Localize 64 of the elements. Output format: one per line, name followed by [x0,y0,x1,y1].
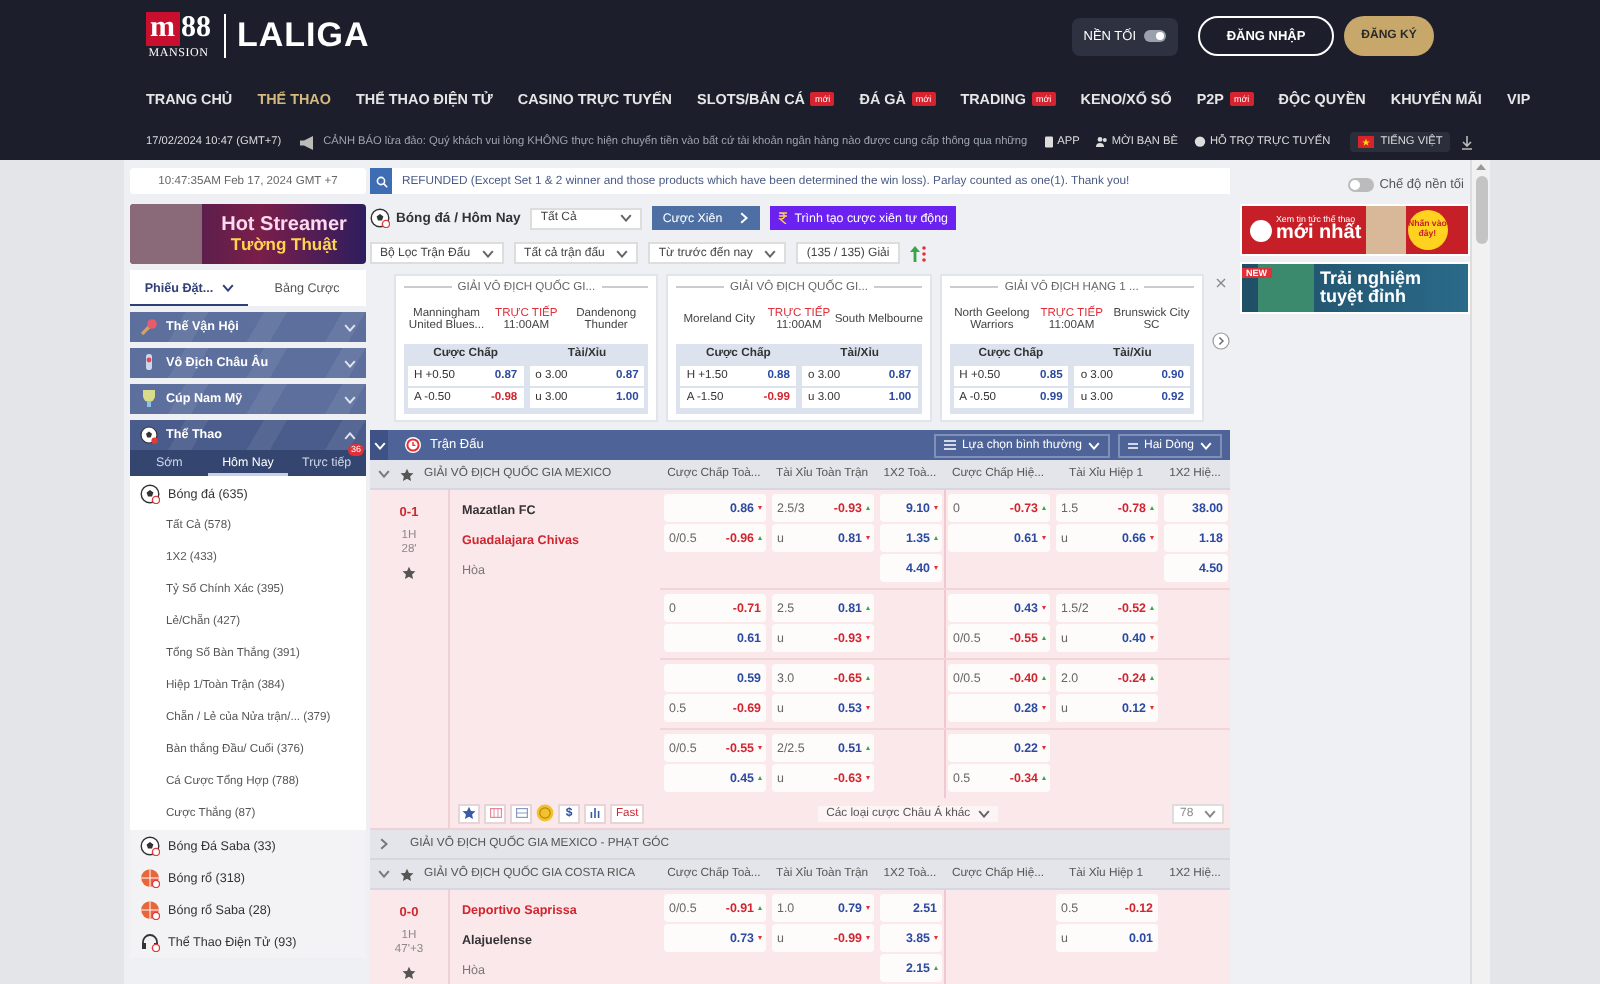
chat-icon [1193,136,1206,148]
chevron-down-icon [616,249,629,257]
chevron-down-icon [221,284,234,292]
toggle-switch[interactable] [1347,178,1374,192]
chevron-down-icon [764,249,777,257]
currency-icon [778,212,789,224]
chevron-down-icon [1087,441,1100,449]
chevron-down-icon [1200,441,1212,449]
soccer-ball-icon [140,484,160,504]
grid-icon [489,808,501,818]
bar-chart-icon [590,808,600,818]
chevron-down-icon[interactable] [378,470,390,478]
collapse-button[interactable] [370,430,388,460]
cup-icon [140,390,158,408]
photo-placeholder [130,204,202,264]
star-icon[interactable] [400,467,414,481]
soccer-ball-icon [140,836,160,856]
chevron-down-icon [373,441,385,449]
chevron-right-icon [740,212,749,224]
trophy-icon [140,354,158,372]
banner-headline: mới nhất [1276,224,1362,245]
star-icon[interactable] [402,965,416,980]
chevron-up-icon[interactable] [344,431,356,439]
soccer-ball-icon [370,208,390,228]
torch-icon [140,318,158,336]
coin-icon[interactable] [536,804,554,822]
close-icon[interactable] [1215,278,1226,288]
banner-title: Hot Streamer [221,215,347,236]
logo-mark: m [146,12,179,46]
logo-number: 88 [181,12,211,46]
chevron-down-icon [1203,809,1216,817]
basketball-icon [140,868,160,888]
table-icon [515,808,527,818]
basketball-icon [140,900,160,920]
scrollbar-thumb[interactable] [1475,176,1487,244]
chevron-down-icon[interactable] [378,870,390,878]
star-icon[interactable] [402,565,416,580]
search-button[interactable] [370,168,392,194]
scrollbar[interactable] [1470,160,1490,984]
star-icon[interactable] [400,867,414,881]
chevron-down-icon [620,214,633,222]
stats-button[interactable] [584,803,606,823]
scroll-up-icon[interactable] [1476,164,1486,170]
sort-icon[interactable] [909,243,928,263]
chevron-down-icon [978,809,991,817]
photo-placeholder [1365,206,1406,254]
stopwatch-icon [404,436,422,454]
flag-icon [1358,136,1375,148]
banner-subtitle: Tường Thuật [230,235,338,253]
chevron-down-icon [482,249,495,257]
megaphone-icon [299,135,316,149]
search-icon [375,175,387,187]
promo-banner[interactable]: Hot Streamer Tường Thuật [130,204,366,264]
site-name: LALIGA [237,16,370,56]
people-icon [1095,136,1108,148]
ball-icon [140,426,158,444]
headset-icon [140,932,160,952]
download-icon[interactable] [1462,135,1473,149]
list-icon [943,440,956,450]
table-button[interactable] [510,803,532,823]
lines-icon [1127,441,1138,449]
banner-headline: Trải nghiệm tuyệt đỉnh [1320,269,1424,307]
phone-icon [1043,136,1054,148]
chevron-right-icon[interactable] [380,838,388,850]
